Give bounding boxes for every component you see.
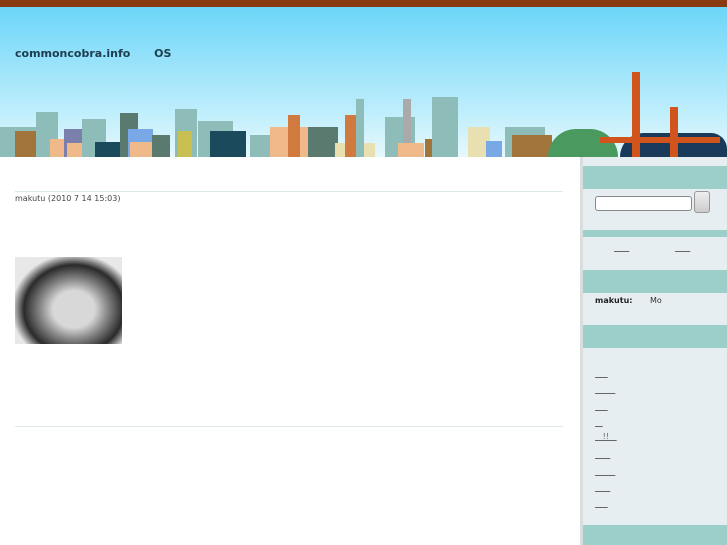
- sidebar-link[interactable]: [595, 483, 610, 492]
- comment-link[interactable]: Mo: [650, 296, 672, 305]
- sidebar: makutu: Mo !!: [580, 157, 727, 545]
- search-input[interactable]: [595, 196, 692, 211]
- comment-user: makutu:: [595, 296, 633, 305]
- sidebar-header: [583, 230, 727, 237]
- sidebar-footer-bar: [583, 525, 727, 545]
- sidebar-link[interactable]: [595, 450, 610, 459]
- sidebar-link[interactable]: [595, 385, 615, 394]
- site-title[interactable]: commoncobra.info OS: [15, 47, 171, 60]
- divider: [15, 426, 563, 427]
- sidebar-header-links: [583, 325, 727, 348]
- sidebar-link[interactable]: [595, 402, 608, 411]
- sidebar-link[interactable]: [595, 369, 608, 378]
- sidebar-header-comments: [583, 270, 727, 293]
- sidebar-link[interactable]: !!: [595, 432, 617, 441]
- sidebar-link[interactable]: [595, 418, 603, 427]
- post-photo: [15, 257, 122, 344]
- sidebar-header-search: [583, 166, 727, 189]
- main-content: makutu (2010 7 14 15:03): [0, 157, 580, 545]
- divider: [15, 191, 563, 192]
- post-meta: makutu (2010 7 14 15:03): [15, 194, 121, 203]
- top-bar: [0, 0, 727, 7]
- nav-link[interactable]: [675, 243, 690, 252]
- header-banner: commoncobra.info OS: [0, 7, 727, 157]
- sidebar-link[interactable]: [595, 499, 608, 508]
- nav-link[interactable]: [614, 243, 629, 252]
- search-button[interactable]: [694, 191, 710, 213]
- sidebar-link[interactable]: [595, 467, 615, 476]
